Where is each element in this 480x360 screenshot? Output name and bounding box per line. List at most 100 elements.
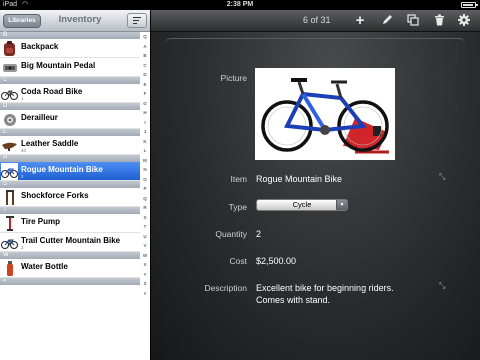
section-header-r: R <box>0 155 140 162</box>
section-header-s: S <box>0 181 140 188</box>
status-bar: iPad ◠ 2:38 PM <box>0 0 480 10</box>
section-header-w: W <box>0 252 140 259</box>
index-letter[interactable]: D <box>140 70 150 80</box>
index-letter[interactable]: R <box>140 203 150 213</box>
add-icon[interactable]: + <box>353 13 367 28</box>
list-title: Inventory <box>58 14 102 25</box>
index-letter[interactable]: P <box>140 184 150 194</box>
index-letter[interactable]: Q <box>140 32 150 42</box>
gear-icon[interactable] <box>457 14 471 28</box>
inventory-list: B Backpack Big Mountain Pedal C Coda Roa… <box>0 32 140 360</box>
expand-arrows-icon[interactable]: ⤡ <box>439 172 445 182</box>
item-title: Leather Saddle <box>21 139 79 148</box>
section-header-d: D <box>0 103 140 110</box>
list-item[interactable]: Backpack <box>0 39 140 58</box>
index-letter[interactable]: T <box>140 222 150 232</box>
index-letter[interactable]: Z <box>140 279 150 289</box>
quantity-value[interactable]: 2 <box>256 229 261 239</box>
sort-list-button[interactable] <box>127 13 147 28</box>
water-bottle-thumbnail <box>1 260 18 277</box>
index-letter[interactable]: S <box>140 213 150 223</box>
index-letter[interactable]: I <box>140 118 150 128</box>
item-quantity: 1 <box>21 96 24 101</box>
section-header-b: B <box>0 32 140 39</box>
section-index-bar[interactable]: Q A B C D E F G H I J K L M N O P Q R S … <box>140 32 150 360</box>
item-title: Tire Pump <box>21 217 60 226</box>
record-position: 6 of 31 <box>303 15 331 25</box>
index-letter[interactable]: J <box>140 127 150 137</box>
type-label: Type <box>228 202 247 212</box>
index-letter[interactable]: A <box>140 42 150 52</box>
duplicate-icon[interactable] <box>406 14 420 28</box>
index-letter[interactable]: V <box>140 241 150 251</box>
section-header-l: L <box>0 129 140 136</box>
index-letter[interactable]: F <box>140 89 150 99</box>
list-item[interactable]: Water Bottle <box>0 259 140 278</box>
cost-label: Cost <box>229 256 247 266</box>
index-letter[interactable]: H <box>140 108 150 118</box>
index-letter[interactable]: E <box>140 80 150 90</box>
edit-pencil-icon[interactable] <box>380 14 394 28</box>
item-title: Trail Cutter Mountain Bike <box>21 236 121 245</box>
list-item[interactable]: Coda Road Bike 1 <box>0 84 140 103</box>
saddle-thumbnail <box>1 137 18 154</box>
item-title: Rogue Mountain Bike <box>21 165 103 174</box>
description-line-1[interactable]: Excellent bike for beginning riders. <box>256 283 394 293</box>
item-quantity: 40 <box>21 148 27 153</box>
list-item[interactable]: Big Mountain Pedal <box>0 58 140 77</box>
list-item[interactable]: Trail Cutter Mountain Bike 2 <box>0 233 140 252</box>
picture-label: Picture <box>220 73 247 83</box>
section-header-t: T <box>0 207 140 214</box>
item-quantity: 2 <box>21 245 24 250</box>
list-item[interactable]: Tire Pump <box>0 214 140 233</box>
fork-thumbnail <box>1 189 18 206</box>
derailleur-thumbnail <box>1 111 18 128</box>
description-label: Description <box>204 283 247 293</box>
index-letter[interactable]: G <box>140 99 150 109</box>
section-header-hash: # <box>0 278 140 285</box>
item-title: Backpack <box>21 42 59 51</box>
index-letter[interactable]: M <box>140 156 150 166</box>
trash-icon[interactable] <box>432 14 446 28</box>
mountain-bike-thumbnail <box>1 163 18 180</box>
road-bike-thumbnail <box>1 85 18 102</box>
list-toolbar: Libraries Inventory <box>0 10 150 32</box>
detail-toolbar: 6 of 31 + <box>151 10 480 32</box>
index-letter[interactable]: N <box>140 165 150 175</box>
index-letter[interactable]: Y <box>140 270 150 280</box>
index-letter[interactable]: C <box>140 61 150 71</box>
index-letter[interactable]: O <box>140 175 150 185</box>
list-item[interactable]: Leather Saddle 40 <box>0 136 140 155</box>
index-letter[interactable]: Q <box>140 194 150 204</box>
item-label: Item <box>230 174 247 184</box>
index-letter[interactable]: W <box>140 251 150 261</box>
clock: 2:38 PM <box>226 1 254 8</box>
expand-arrows-icon[interactable]: ⤡ <box>439 281 445 291</box>
tire-pump-thumbnail <box>1 215 18 232</box>
type-value: Cycle <box>292 200 312 209</box>
section-header-c: C <box>0 77 140 84</box>
index-letter[interactable]: L <box>140 146 150 156</box>
list-item[interactable]: Shockforce Forks <box>0 188 140 207</box>
index-letter[interactable]: U <box>140 232 150 242</box>
item-title: Water Bottle <box>21 262 68 271</box>
index-letter[interactable]: K <box>140 137 150 147</box>
type-dropdown[interactable]: Cycle ▼ <box>256 199 348 211</box>
inventory-list-panel: Libraries Inventory B Backpack Big Mount… <box>0 10 150 360</box>
cost-value[interactable]: $2,500.00 <box>256 256 296 266</box>
list-item[interactable]: Derailleur <box>0 110 140 129</box>
pedal-thumbnail <box>1 59 18 76</box>
list-item-selected[interactable]: Rogue Mountain Bike 2 <box>0 162 140 181</box>
description-line-2[interactable]: Comes with stand. <box>256 295 330 305</box>
detail-panel: 6 of 31 + <box>151 10 480 360</box>
index-letter[interactable]: B <box>140 51 150 61</box>
item-title: Derailleur <box>21 113 58 122</box>
battery-icon <box>461 2 478 8</box>
item-value[interactable]: Rogue Mountain Bike <box>256 174 342 184</box>
backpack-thumbnail <box>1 40 18 57</box>
item-picture[interactable] <box>255 68 395 160</box>
item-quantity: 2 <box>21 174 24 179</box>
index-letter[interactable]: X <box>140 260 150 270</box>
index-letter[interactable]: # <box>140 289 150 299</box>
libraries-button[interactable]: Libraries <box>3 14 41 28</box>
